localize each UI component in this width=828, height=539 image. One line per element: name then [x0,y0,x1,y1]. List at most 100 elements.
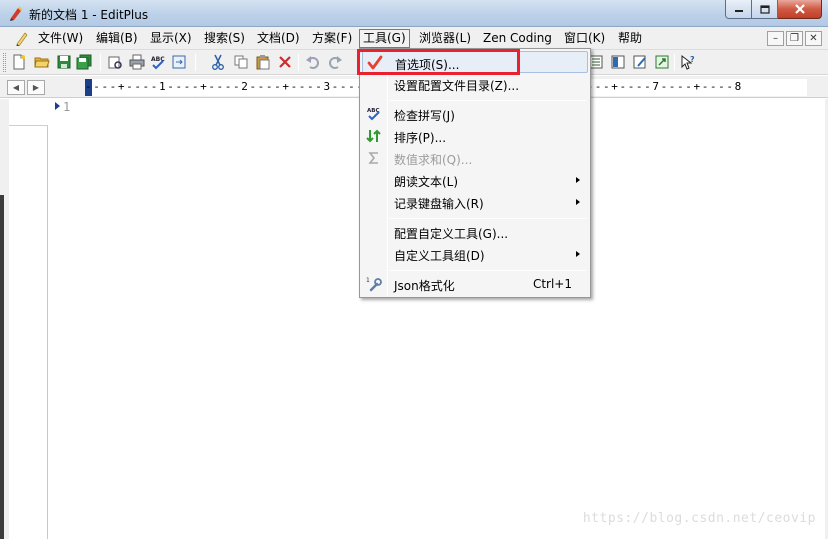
help-pointer-icon: ? [681,54,695,70]
menu-item-label: Json格式化 [394,279,455,293]
menu-bar: 文件(W) 编辑(B) 显示(X) 搜索(S) 文档(D) 方案(F) 工具(G… [0,27,828,50]
red-highlight-annotation [357,49,520,75]
toolbar-grip[interactable] [3,53,6,72]
window-left-border [0,195,4,539]
submenu-arrow-icon [576,199,580,205]
document-minimize-button[interactable]: – [767,31,784,46]
menu-item-label: 设置配置文件目录(Z)... [394,79,520,93]
editplus-app-icon [8,5,24,21]
menu-edit[interactable]: 编辑(B) [92,29,142,48]
wrench-icon: 1 [365,275,383,293]
redo-icon [329,56,342,69]
menu-item-read-text[interactable]: 朗读文本(L) [362,169,588,191]
undo-icon [306,56,319,69]
maximize-button[interactable] [752,0,778,19]
menu-browser[interactable]: 浏览器(L) [415,29,475,48]
save-icon [57,55,71,69]
print-preview-icon [108,56,122,69]
menu-search[interactable]: 搜索(S) [200,29,249,48]
menu-item-label: 排序(P)... [394,131,447,145]
menu-item-config-directory[interactable]: 设置配置文件目录(Z)... [362,73,588,95]
help-button[interactable]: ? [679,53,697,71]
menu-file[interactable]: 文件(W) [34,29,87,48]
spellcheck-button[interactable]: ABC [149,53,167,71]
open-file-button[interactable] [33,53,51,71]
run-icon [655,55,669,69]
spellcheck-icon: ABC [365,105,383,123]
minimize-icon [734,10,743,12]
menu-zen-coding[interactable]: Zen Coding [479,29,556,48]
toolbar-button-c[interactable] [631,53,649,71]
copy-button[interactable] [232,53,250,71]
close-button[interactable] [778,0,822,19]
save-all-button[interactable] [75,53,93,71]
save-button[interactable] [55,53,73,71]
toolbar-separator [195,54,196,71]
file-panel-header [9,99,48,126]
menu-document[interactable]: 文档(D) [253,29,304,48]
menu-item-spellcheck[interactable]: ABC 检查拼写(J) [362,103,588,125]
menu-window[interactable]: 窗口(K) [560,29,609,48]
line-number: 1 [63,100,71,114]
window-split-icon [611,55,625,69]
minimize-button[interactable] [725,0,752,19]
paste-icon [256,55,270,70]
menu-tools[interactable]: 工具(G) [359,29,410,48]
maximize-icon [759,4,770,14]
tools-menu-dropdown: 首选项(S)... 设置配置文件目录(Z)... ABC 检查拼写(J) 排序(… [359,48,591,298]
document-edit-icon [633,55,646,69]
browser-view-button[interactable] [170,53,188,71]
menu-view[interactable]: 显示(X) [146,29,196,48]
next-arrow-button[interactable]: ▶ [27,80,45,95]
redo-button[interactable] [326,53,344,71]
menu-item-record-keystrokes[interactable]: 记录键盘输入(R) [362,191,588,213]
menu-item-configure-user-tools[interactable]: 配置自定义工具(G)... [362,221,588,243]
delete-button[interactable] [276,53,294,71]
menu-item-label: 自定义工具组(D) [394,249,485,263]
menu-item-json-format[interactable]: 1 Json格式化 Ctrl+1 [362,273,588,295]
previous-arrow-button[interactable]: ◀ [7,80,25,95]
submenu-arrow-icon [576,251,580,257]
menu-item-shortcut: Ctrl+1 [532,277,572,291]
menu-separator [390,218,586,219]
toolbar-button-b[interactable] [609,53,627,71]
toolbar-button-d[interactable] [653,53,671,71]
undo-button[interactable] [304,53,322,71]
menu-item-label: 配置自定义工具(G)... [394,227,509,241]
print-button[interactable] [128,53,146,71]
menu-item-label: 数值求和(Q)... [394,153,473,167]
open-folder-icon [34,57,50,68]
line-gutter [51,99,63,539]
document-restore-button[interactable]: ❐ [786,31,803,46]
new-file-button[interactable] [10,53,28,71]
new-file-icon [13,54,25,70]
document-close-button[interactable]: ✕ [805,31,822,46]
sigma-icon [365,149,383,167]
menu-project[interactable]: 方案(F) [308,29,356,48]
title-bar[interactable]: 新的文档 1 - EditPlus [0,0,828,27]
menu-item-user-tool-groups[interactable]: 自定义工具组(D) [362,243,588,265]
menu-item-label: 记录键盘输入(R) [394,197,484,211]
toolbar-separator [298,54,299,71]
paste-button[interactable] [254,53,272,71]
sort-icon [365,127,383,145]
menu-item-sum-numbers[interactable]: 数值求和(Q)... [362,147,588,169]
file-panel[interactable] [9,99,48,539]
scissors-icon [212,54,224,70]
submenu-arrow-icon [576,177,580,183]
svg-text:?: ? [690,55,695,64]
close-icon [794,4,805,14]
toolbar-separator [674,54,675,71]
menu-help[interactable]: 帮助 [614,29,646,48]
document-pencil-icon[interactable] [14,30,30,47]
menu-separator [390,270,586,271]
cut-button[interactable] [209,53,227,71]
menu-separator [390,100,586,101]
print-preview-button[interactable] [106,53,124,71]
toolbar-separator [100,54,101,71]
copy-icon [234,55,248,69]
menu-item-label: 检查拼写(J) [394,109,455,123]
menu-item-sort[interactable]: 排序(P)... [362,125,588,147]
menu-item-label: 朗读文本(L) [394,175,459,189]
printer-icon [129,54,145,70]
